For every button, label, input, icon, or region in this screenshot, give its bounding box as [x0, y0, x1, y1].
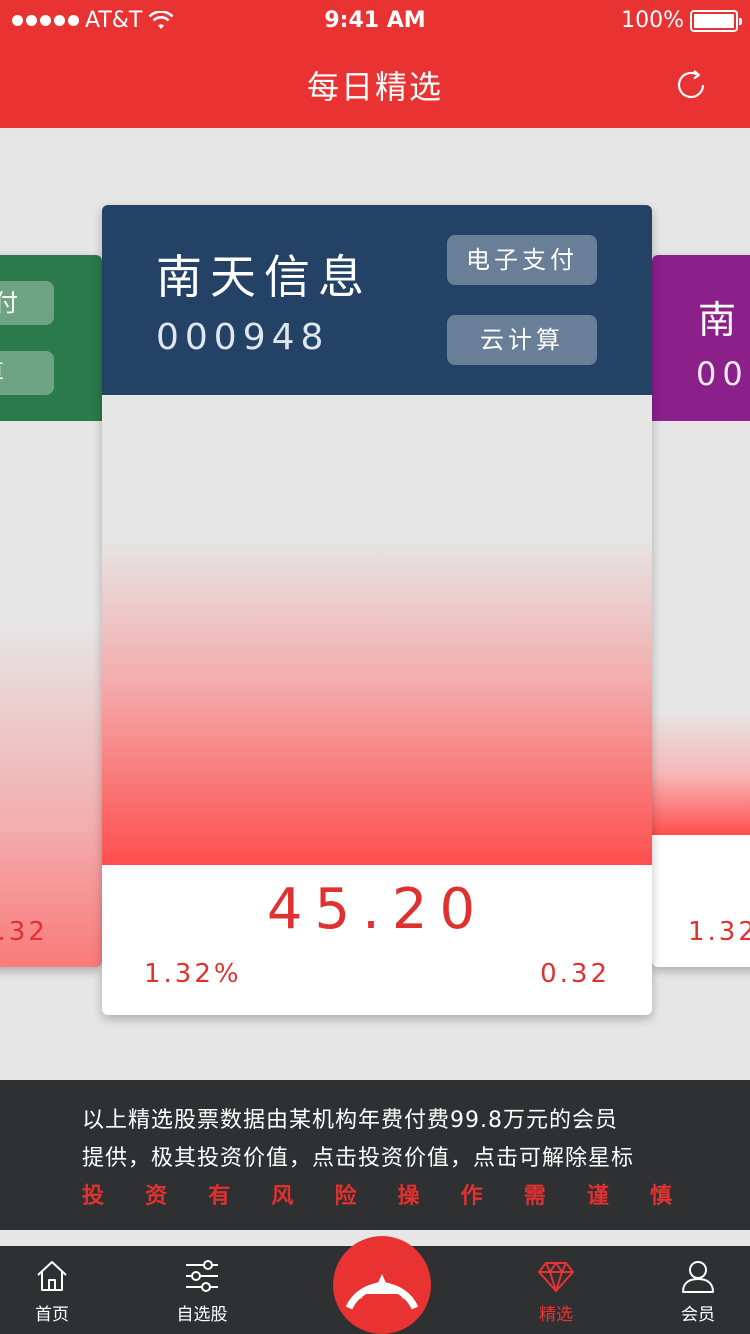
battery-icon [690, 9, 742, 32]
card-change: 1.32 [688, 917, 750, 947]
tab-selected-picks[interactable]: 精选 [528, 1246, 584, 1334]
card-chart-area [102, 395, 652, 865]
card-chart-area [652, 421, 750, 835]
risk-warning-char: 有 [208, 1184, 231, 1209]
risk-warning-char: 投 [82, 1184, 105, 1209]
change-percent: 1.32% [144, 959, 242, 989]
stock-code: 00 [696, 355, 749, 393]
page-title: 每日精选 [306, 68, 443, 106]
home-icon [37, 1261, 67, 1291]
risk-warning-char: 慎 [649, 1184, 672, 1209]
status-bar: AT&T 9:41 AM 100% [0, 0, 750, 40]
stock-card-main[interactable]: 南天信息 000948 电子支付 云计算 45.20 1.32% 0.32 [102, 205, 652, 1015]
battery-percent: 100% [621, 8, 684, 33]
risk-warning: 投 资 有 风 险 操 作 需 谨 慎 [82, 1178, 672, 1210]
tab-watchlist[interactable]: 自选股 [160, 1246, 244, 1334]
stock-price: 45.20 [266, 877, 488, 942]
battery-group: 100% [621, 8, 742, 33]
card-tag: 算 [0, 351, 54, 395]
card-chart-area [0, 421, 102, 967]
diamond-icon [538, 1262, 574, 1292]
stock-card-right[interactable]: 南 00 1.32 [652, 255, 750, 967]
change-amount: 0.32 [540, 959, 610, 989]
center-action-button[interactable] [333, 1236, 431, 1334]
refresh-icon[interactable] [672, 66, 710, 104]
risk-warning-char: 资 [145, 1184, 168, 1209]
risk-warning-char: 操 [397, 1184, 420, 1209]
stock-name: 南 [698, 298, 737, 342]
risk-warning-char: 谨 [586, 1184, 609, 1209]
top-bar: AT&T 9:41 AM 100% 每日精选 [0, 0, 750, 128]
card-tag: 支付 [0, 281, 54, 325]
stock-code: 000948 [156, 317, 330, 358]
risk-warning-char: 作 [460, 1184, 483, 1209]
tag-cloud-computing[interactable]: 云计算 [447, 315, 597, 365]
card-change: 0.32 [0, 917, 48, 947]
risk-warning-char: 险 [334, 1184, 357, 1209]
tab-label: 自选股 [176, 1305, 228, 1325]
user-icon [682, 1261, 714, 1293]
sliders-icon [186, 1260, 218, 1292]
disclaimer-line-2: 提供，极其投资价值，点击投资价值，点击可解除星标 [82, 1146, 635, 1171]
risk-warning-char: 需 [523, 1184, 546, 1209]
tag-electronic-payment[interactable]: 电子支付 [447, 235, 597, 285]
tab-label: 首页 [35, 1305, 69, 1325]
risk-warning-char: 风 [271, 1184, 294, 1209]
tab-label: 会员 [681, 1305, 715, 1325]
disclaimer-panel: 以上精选股票数据由某机构年费付费99.8万元的会员 提供，极其投资价值，点击投资… [0, 1080, 750, 1230]
tab-member[interactable]: 会员 [670, 1246, 726, 1334]
tab-label: 精选 [539, 1305, 573, 1325]
stock-card-left[interactable]: 支付 算 0.32 [0, 255, 102, 967]
speedometer-icon [345, 1274, 419, 1310]
tab-home[interactable]: 首页 [22, 1246, 82, 1334]
disclaimer-line-1: 以上精选股票数据由某机构年费付费99.8万元的会员 [82, 1108, 618, 1133]
stock-name: 南天信息 [156, 250, 372, 304]
card-header [0, 255, 102, 421]
